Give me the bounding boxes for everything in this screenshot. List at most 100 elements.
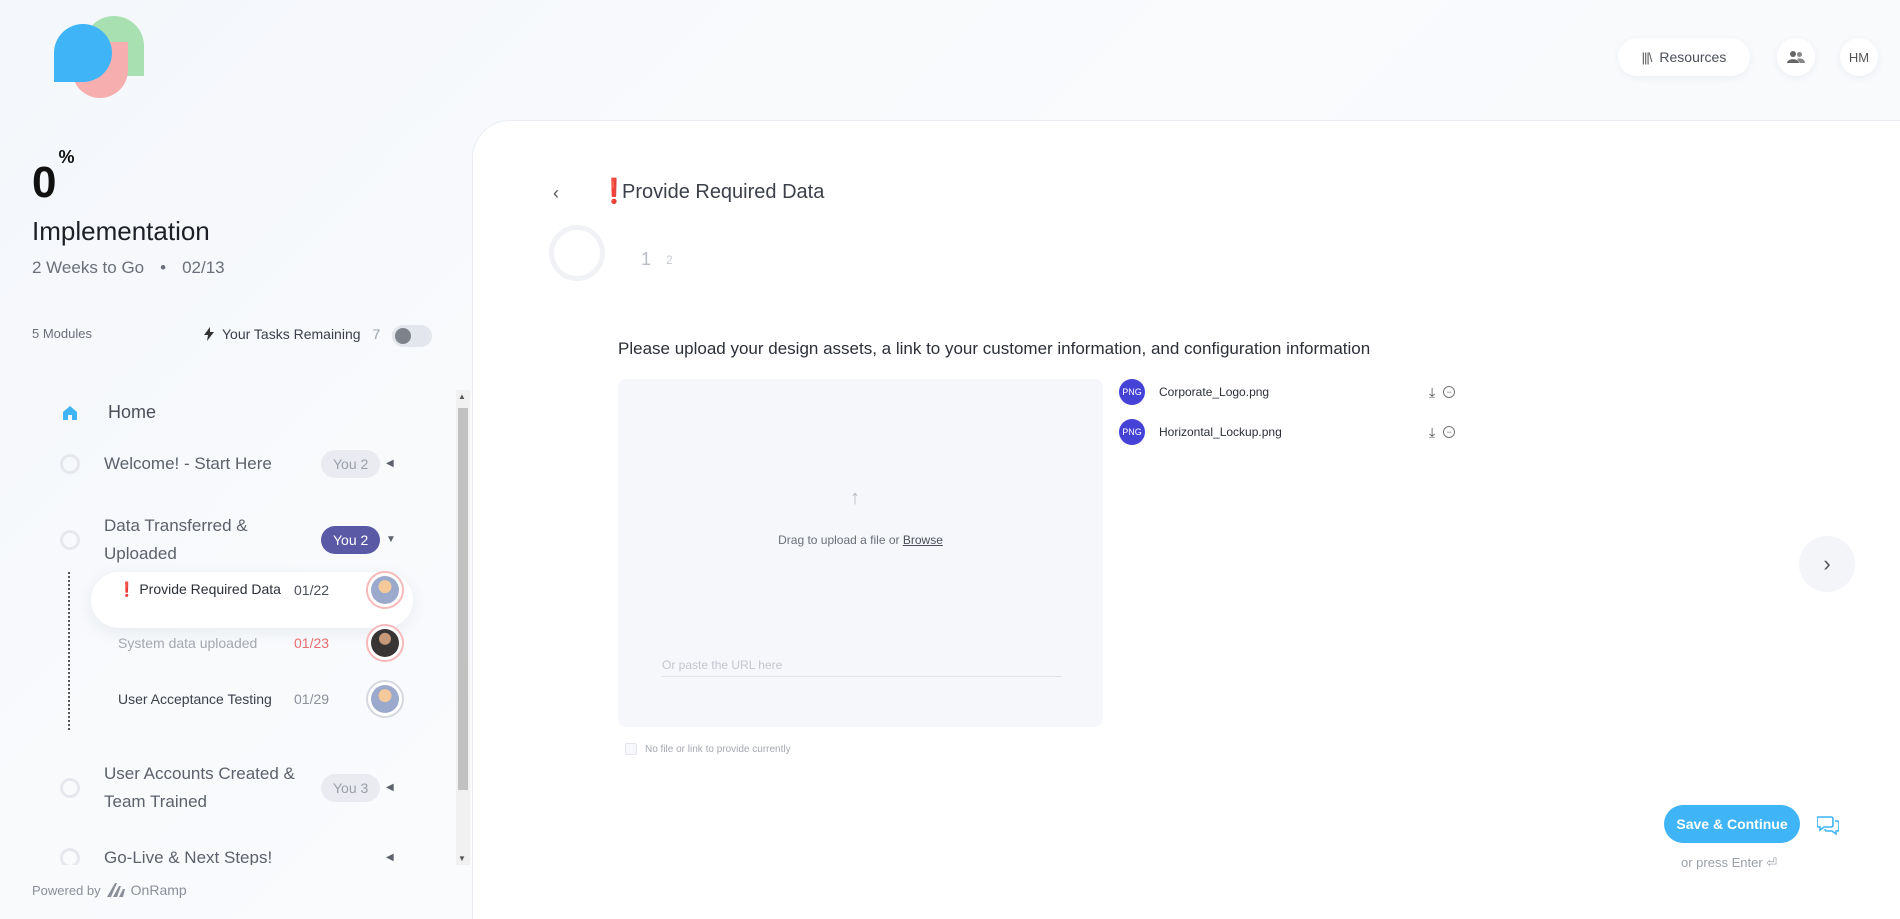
project-title: Implementation <box>32 216 210 246</box>
task-name: ❗ Provide Required Data <box>118 581 294 598</box>
task-connector-line <box>68 572 70 730</box>
user-avatar-button[interactable]: HM <box>1840 38 1878 76</box>
download-icon[interactable]: ⤓ <box>1429 424 1435 441</box>
next-page-button[interactable]: › <box>1799 536 1855 592</box>
chat-icon[interactable] <box>1817 815 1839 835</box>
assignee-avatar[interactable] <box>366 624 404 662</box>
module-item-go-live[interactable]: Go-Live & Next Steps! <box>60 844 319 865</box>
expand-caret-icon[interactable]: ▼ <box>386 534 396 545</box>
alert-icon: ❗ <box>118 581 136 597</box>
task-date: 01/29 <box>294 691 330 707</box>
module-status-ring <box>60 848 80 865</box>
scrollbar-thumb[interactable] <box>458 408 468 790</box>
users-icon <box>1787 51 1805 63</box>
drag-label: Drag to upload a file or <box>778 533 903 547</box>
task-date: 01/22 <box>294 581 330 598</box>
file-name[interactable]: Horizontal_Lockup.png <box>1159 425 1429 439</box>
step-progress-ring <box>549 225 605 281</box>
task-title: Provide Required Data <box>139 581 281 597</box>
module-status-ring <box>60 530 80 550</box>
file-type-badge: PNG <box>1119 379 1145 405</box>
browse-link[interactable]: Browse <box>903 533 943 547</box>
tasks-remaining: Your Tasks Remaining 7 <box>204 326 380 342</box>
module-status-ring <box>60 454 80 474</box>
collapse-caret-icon[interactable]: ◀ <box>386 782 394 793</box>
remove-icon[interactable]: − <box>1443 426 1456 438</box>
uploaded-file-item: PNG Corporate_Logo.png ⤓ − <box>1119 379 1456 405</box>
avatar-image <box>371 575 399 604</box>
press-enter-hint: or press Enter ⏎ <box>1681 855 1778 870</box>
uploaded-file-item: PNG Horizontal_Lockup.png ⤓ − <box>1119 419 1456 445</box>
collapse-caret-icon[interactable]: ◀ <box>386 458 394 469</box>
resources-button[interactable]: |||\ Resources <box>1618 38 1750 76</box>
task-item-user-acceptance-testing[interactable]: User Acceptance Testing 01/29 <box>118 680 404 718</box>
module-label: Data Transferred & Uploaded <box>104 516 248 563</box>
task-item-system-data-uploaded[interactable]: System data uploaded 01/23 <box>118 624 404 662</box>
home-label: Home <box>108 402 157 422</box>
save-continue-button[interactable]: Save & Continue <box>1664 805 1800 843</box>
home-icon <box>63 405 77 420</box>
assignee-avatar[interactable] <box>366 680 404 718</box>
toggle-knob <box>395 328 411 344</box>
module-nav: Home Welcome! - Start Here You 2 ◀ Data … <box>0 390 455 865</box>
drag-upload-text: Drag to upload a file or Browse <box>618 533 1103 547</box>
current-page: 1 <box>641 249 652 269</box>
sidebar-scrollbar[interactable]: ▲ ▼ <box>456 390 470 865</box>
file-name[interactable]: Corporate_Logo.png <box>1159 385 1429 399</box>
tasks-remaining-count: 7 <box>372 326 381 342</box>
no-file-label: No file or link to provide currently <box>645 743 791 755</box>
module-label: Go-Live & Next Steps! <box>104 848 273 865</box>
modules-count: 5 Modules <box>32 326 92 341</box>
scroll-down-arrow-icon[interactable]: ▼ <box>458 854 466 863</box>
download-icon[interactable]: ⤓ <box>1429 384 1435 401</box>
assignee-badge: You 3 <box>321 774 381 802</box>
task-item-provide-required-data[interactable]: ❗ Provide Required Data 01/22 <box>118 570 404 609</box>
onramp-logo-icon <box>106 883 125 897</box>
chevron-right-icon: › <box>1823 551 1831 576</box>
my-tasks-toggle[interactable] <box>392 325 432 347</box>
library-icon: |||\ <box>1641 49 1653 65</box>
assignee-avatar[interactable] <box>366 570 404 609</box>
time-left: 2 Weeks to Go <box>32 258 145 277</box>
due-date: 02/13 <box>182 258 225 277</box>
remove-icon[interactable]: − <box>1443 386 1456 398</box>
separator-dot: • <box>160 258 167 277</box>
module-item-user-accounts[interactable]: User Accounts Created & Team Trained <box>60 760 319 816</box>
file-dropzone[interactable]: ↑ Drag to upload a file or Browse <box>618 379 1103 727</box>
task-title: User Acceptance Testing <box>118 691 272 707</box>
module-label: Welcome! - Start Here <box>104 454 272 473</box>
scroll-up-arrow-icon[interactable]: ▲ <box>458 392 466 401</box>
avatar-image <box>371 629 399 657</box>
url-input[interactable] <box>662 654 1062 677</box>
powered-by-label: Powered by <box>32 882 101 898</box>
total-pages[interactable]: 2 <box>666 253 673 267</box>
module-item-data-transferred[interactable]: Data Transferred & Uploaded <box>60 512 319 568</box>
module-status-ring <box>60 778 80 798</box>
brand-name[interactable]: OnRamp <box>131 882 187 898</box>
progress-unit: % <box>58 147 75 168</box>
powered-by: Powered by OnRamp <box>32 882 187 898</box>
task-detail-panel: ‹ ❗ Provide Required Data 1 2 Please upl… <box>472 120 1900 919</box>
question-text: Please upload your design assets, a link… <box>618 339 1371 358</box>
team-button[interactable] <box>1777 38 1815 76</box>
module-item-welcome[interactable]: Welcome! - Start Here <box>60 450 319 478</box>
nav-home[interactable]: Home <box>62 402 156 423</box>
assignee-badge: You 2 <box>321 450 381 478</box>
upload-arrow-icon: ↑ <box>850 487 860 509</box>
task-date: 01/23 <box>294 635 330 651</box>
module-label: User Accounts Created & Team Trained <box>104 764 295 811</box>
no-file-checkbox[interactable] <box>625 743 637 755</box>
progress-value: 0 <box>32 158 57 207</box>
progress-percent: 0% <box>32 147 75 208</box>
assignee-badge: You 2 <box>321 526 381 554</box>
lightning-icon <box>204 327 214 341</box>
collapse-caret-icon[interactable]: ◀ <box>386 852 394 863</box>
back-chevron-icon[interactable]: ‹ <box>553 183 559 204</box>
tasks-remaining-label: Your Tasks Remaining <box>222 326 361 342</box>
resources-label: Resources <box>1659 49 1727 65</box>
project-timeline: 2 Weeks to Go • 02/13 <box>32 258 225 278</box>
task-title: System data uploaded <box>118 635 258 651</box>
file-type-badge: PNG <box>1119 419 1145 445</box>
app-logo[interactable] <box>54 16 146 98</box>
no-file-option[interactable]: No file or link to provide currently <box>625 743 791 755</box>
